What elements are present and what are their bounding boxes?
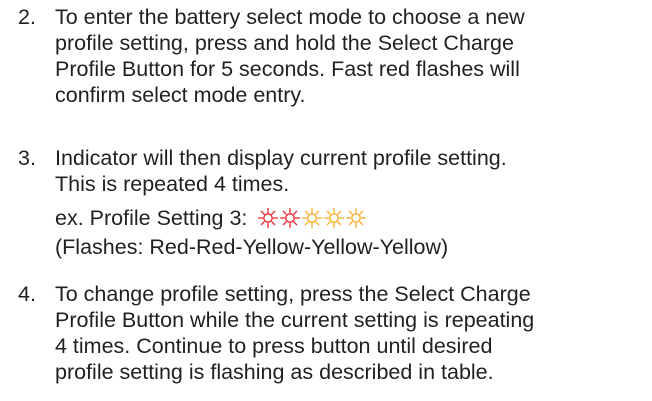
- step-line: To change profile setting, press the Sel…: [55, 282, 531, 306]
- step-number: 3.: [18, 146, 36, 170]
- step-line: Profile Button for 5 seconds. Fast red f…: [55, 57, 520, 81]
- step-line: Indicator will then display current prof…: [55, 146, 507, 170]
- starburst-flash-icon: [301, 208, 323, 228]
- step-line: 4 times. Continue to press button until …: [55, 334, 493, 358]
- instructions-document: 2. To enter the battery select mode to c…: [0, 0, 652, 401]
- example-line: ex. Profile Setting 3:: [55, 205, 645, 234]
- starburst-flash-icon: [323, 208, 345, 228]
- example-note: (Flashes: Red-Red-Yellow-Yellow-Yellow): [55, 235, 449, 259]
- starburst-flash-icon: [279, 208, 301, 228]
- step-line: profile setting is flashing as described…: [55, 360, 494, 384]
- step-number: 4.: [18, 282, 36, 306]
- profile-example: ex. Profile Setting 3: (Flashes: Red-Red…: [55, 205, 645, 260]
- step-line: confirm select mode entry.: [55, 83, 306, 107]
- step-text: To change profile setting, press the Sel…: [55, 281, 645, 385]
- step-line: To enter the battery select mode to choo…: [55, 5, 525, 29]
- starburst-flash-icon: [257, 208, 279, 228]
- example-label: ex. Profile Setting 3:: [55, 206, 248, 230]
- flash-sequence: [257, 208, 367, 234]
- starburst-flash-icon: [345, 208, 367, 228]
- step-line: Profile Button while the current setting…: [55, 308, 535, 332]
- step-number: 2.: [18, 5, 36, 29]
- step-line: This is repeated 4 times.: [55, 172, 290, 196]
- step-line: profile setting, press and hold the Sele…: [55, 31, 514, 55]
- step-text: To enter the battery select mode to choo…: [55, 4, 645, 108]
- step-text: Indicator will then display current prof…: [55, 145, 645, 197]
